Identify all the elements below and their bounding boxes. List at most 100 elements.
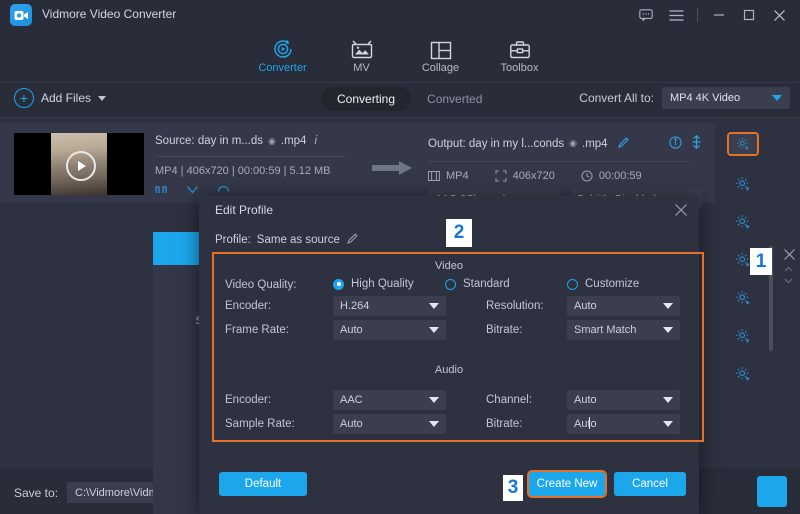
audio-sample-rate-value: Auto bbox=[340, 418, 363, 430]
file-row: Source: day in m...ds ◉ .mp4 i MP4 | 406… bbox=[0, 123, 772, 203]
audio-bitrate-value: Auto bbox=[574, 418, 597, 430]
radio-dot-icon bbox=[445, 279, 456, 290]
video-thumbnail[interactable] bbox=[14, 133, 144, 195]
chevron-down-icon bbox=[429, 327, 439, 333]
audio-sample-rate-select[interactable]: Auto bbox=[333, 414, 446, 434]
output-resolution: 406x720 bbox=[513, 170, 555, 182]
gear-settings-button[interactable] bbox=[729, 322, 757, 350]
close-icon[interactable] bbox=[671, 200, 691, 220]
add-files-button[interactable]: + Add Files bbox=[14, 88, 106, 108]
audio-channel-select[interactable]: Auto bbox=[567, 390, 680, 410]
pencil-icon[interactable] bbox=[617, 136, 630, 152]
video-quality-label: Video Quality: bbox=[225, 279, 296, 291]
tab-collage-label: Collage bbox=[422, 62, 459, 74]
gear-settings-button[interactable] bbox=[729, 170, 757, 198]
minimize-button[interactable] bbox=[704, 0, 734, 30]
chevron-down-icon bbox=[429, 397, 439, 403]
audio-channel-label: Channel: bbox=[486, 394, 532, 406]
play-icon[interactable] bbox=[66, 151, 96, 181]
effect-icon[interactable] bbox=[217, 183, 230, 197]
audio-bitrate-label: Bitrate: bbox=[486, 418, 522, 430]
convert-all-label: Convert All to: bbox=[579, 91, 654, 105]
chevron-down-icon bbox=[663, 303, 673, 309]
radio-customize[interactable]: Customize bbox=[567, 278, 639, 290]
radio-high-quality[interactable]: High Quality bbox=[333, 278, 414, 290]
output-name: Output: day in my l...conds bbox=[428, 138, 564, 150]
status-segmented-control: Converting Converted bbox=[321, 87, 498, 111]
save-to-label: Save to: bbox=[14, 486, 58, 500]
radio-high-quality-label: High Quality bbox=[351, 278, 414, 290]
tab-converter[interactable]: Converter bbox=[243, 30, 322, 82]
video-resolution-select[interactable]: Auto bbox=[567, 296, 680, 316]
app-window: Vidmore Video Converter bbox=[0, 0, 800, 514]
gear-settings-button[interactable] bbox=[729, 360, 757, 388]
info-icon[interactable]: i bbox=[314, 135, 317, 147]
text-cursor bbox=[589, 417, 590, 429]
callout-badge-1: 1 bbox=[750, 248, 772, 275]
gear-settings-button[interactable] bbox=[729, 208, 757, 236]
convert-all-value: MP4 4K Video bbox=[670, 92, 740, 104]
output-meta: MP4 406x720 00:00:59 bbox=[428, 170, 738, 182]
plus-circle-icon: + bbox=[14, 88, 34, 108]
video-encoder-select[interactable]: H.264 bbox=[333, 296, 446, 316]
divider bbox=[697, 8, 698, 22]
mv-icon bbox=[351, 38, 373, 60]
audio-bitrate-select[interactable]: Auto bbox=[567, 414, 680, 434]
source-info: Source: day in m...ds ◉ .mp4 i MP4 | 406… bbox=[155, 135, 345, 197]
app-title: Vidmore Video Converter bbox=[42, 7, 176, 21]
convert-all-format-select[interactable]: MP4 4K Video bbox=[662, 87, 790, 109]
title-bar: Vidmore Video Converter bbox=[0, 0, 800, 30]
video-frame-rate-value: Auto bbox=[340, 324, 363, 336]
audio-encoder-value: AAC bbox=[340, 394, 363, 406]
create-new-button[interactable]: Create New bbox=[529, 472, 605, 496]
source-name: Source: day in m...ds bbox=[155, 135, 263, 147]
output-info-icon[interactable] bbox=[669, 136, 682, 152]
divider bbox=[428, 161, 690, 162]
audio-sample-rate-label: Sample Rate: bbox=[225, 418, 295, 430]
feedback-icon[interactable] bbox=[631, 0, 661, 30]
cut-icon[interactable] bbox=[155, 183, 168, 197]
chevron-down-icon bbox=[663, 327, 673, 333]
radio-standard-label: Standard bbox=[463, 278, 510, 290]
toolbox-icon bbox=[509, 38, 531, 60]
edit-tools bbox=[155, 183, 345, 197]
tab-mv-label: MV bbox=[353, 62, 370, 74]
output-title: Output: day in my l...conds ◉ .mp4 bbox=[428, 135, 738, 152]
radio-standard[interactable]: Standard bbox=[445, 278, 510, 290]
output-extension: .mp4 bbox=[582, 138, 608, 150]
pencil-icon[interactable] bbox=[346, 232, 359, 248]
tab-toolbox[interactable]: Toolbox bbox=[480, 30, 559, 82]
callout-badge-2: 2 bbox=[446, 219, 472, 247]
audio-encoder-select[interactable]: AAC bbox=[333, 390, 446, 410]
video-frame-rate-select[interactable]: Auto bbox=[333, 320, 446, 340]
audio-encoder-label: Encoder: bbox=[225, 394, 271, 406]
tab-toolbox-label: Toolbox bbox=[501, 62, 539, 74]
convert-all-button[interactable] bbox=[757, 476, 787, 507]
tab-converted[interactable]: Converted bbox=[411, 87, 498, 111]
gear-settings-button[interactable] bbox=[729, 284, 757, 312]
nav-tabs: Converter MV bbox=[243, 30, 559, 82]
close-button[interactable] bbox=[764, 0, 794, 30]
audio-channel-value: Auto bbox=[574, 394, 597, 406]
cancel-button[interactable]: Cancel bbox=[614, 472, 686, 496]
menu-icon[interactable] bbox=[661, 0, 691, 30]
profile-value: Same as source bbox=[257, 234, 340, 246]
toolbar: + Add Files Converting Converted Convert… bbox=[0, 83, 800, 115]
chevron-down-icon[interactable] bbox=[98, 96, 106, 101]
gear-settings-button[interactable] bbox=[729, 134, 757, 154]
default-button[interactable]: Default bbox=[219, 472, 307, 496]
merge-icon[interactable] bbox=[691, 135, 702, 152]
tab-converting[interactable]: Converting bbox=[321, 87, 411, 111]
arrow-right-icon bbox=[372, 161, 412, 178]
maximize-button[interactable] bbox=[734, 0, 764, 30]
window-controls bbox=[631, 0, 794, 30]
audio-section-title: Audio bbox=[199, 364, 699, 376]
remove-file-icon[interactable] bbox=[783, 248, 796, 264]
tab-collage[interactable]: Collage bbox=[401, 30, 480, 82]
video-bitrate-select[interactable]: Smart Match bbox=[567, 320, 680, 340]
tab-mv[interactable]: MV bbox=[322, 30, 401, 82]
chain-icon: ◉ bbox=[569, 138, 577, 149]
crop-icon[interactable] bbox=[186, 183, 199, 197]
radio-customize-label: Customize bbox=[585, 278, 639, 290]
reorder-icon[interactable] bbox=[784, 266, 793, 286]
